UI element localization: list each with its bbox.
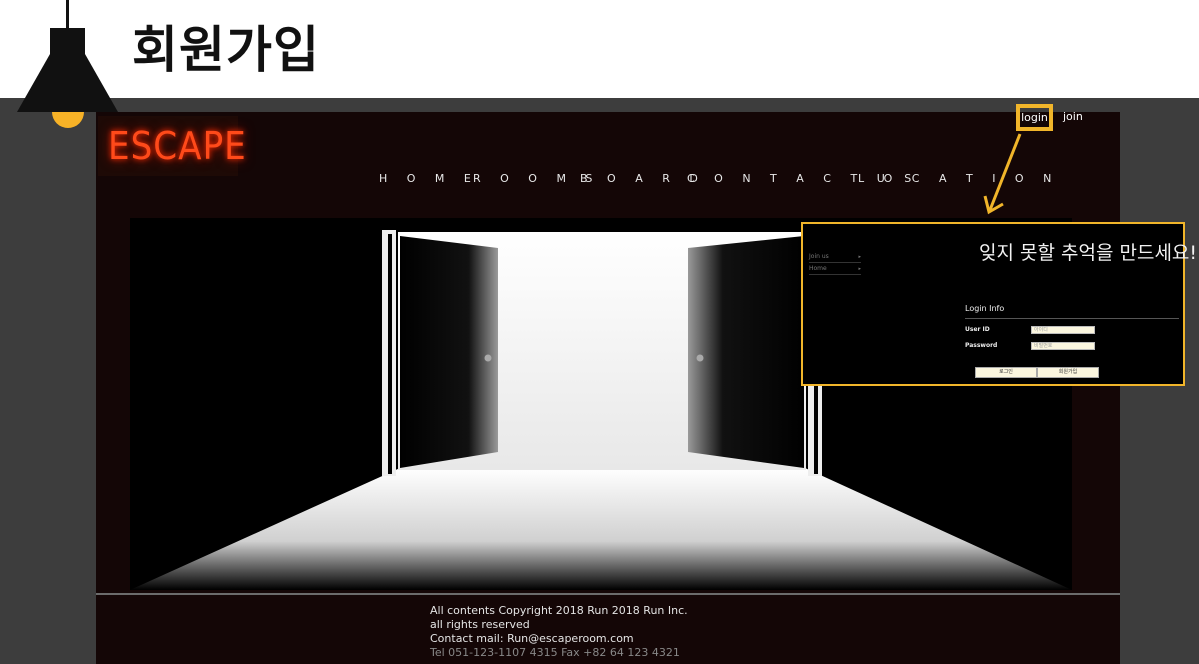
nav-home[interactable]: H O M E <box>379 172 479 188</box>
footer: All contents Copyright 2018 Run 2018 Run… <box>430 604 688 660</box>
panel-menu-home[interactable]: Home ▸ <box>809 264 861 275</box>
login-link[interactable]: login <box>1016 104 1053 131</box>
nav-location[interactable]: L O C A T I O N <box>858 172 1059 188</box>
login-info-heading: Login Info <box>965 304 1005 313</box>
footer-contact: Contact mail: Run@escaperoom.com <box>430 632 634 645</box>
panel-menu-label: Home <box>809 265 827 272</box>
user-id-input[interactable]: 아이디 <box>1031 326 1095 334</box>
chevron-right-icon: ▸ <box>858 266 861 272</box>
slide-title: 회원가입 <box>132 21 320 79</box>
footer-divider <box>96 593 1120 595</box>
footer-rights: all rights reserved <box>430 618 530 631</box>
panel-headline: 잊지 못할 추억을 만드세요! <box>979 242 1198 264</box>
footer-copyright: All contents Copyright 2018 Run 2018 Run… <box>430 604 688 617</box>
chevron-right-icon: ▸ <box>858 254 861 260</box>
login-button[interactable]: 로그인 <box>975 367 1037 378</box>
user-id-label: User ID <box>965 326 990 333</box>
panel-menu-join-us[interactable]: Join us ▸ <box>809 252 861 263</box>
password-input[interactable]: 비밀번호 <box>1031 342 1095 350</box>
password-label: Password <box>965 342 998 349</box>
panel-menu-label: Join us <box>809 253 829 260</box>
signup-button[interactable]: 회원가입 <box>1037 367 1099 378</box>
divider <box>965 318 1179 319</box>
join-link[interactable]: join <box>1063 110 1083 123</box>
site-logo[interactable]: ESCAPE <box>98 116 246 176</box>
login-panel: Join us ▸ Home ▸ 잊지 못할 추억을 만드세요! Login I… <box>801 222 1197 386</box>
footer-tel: Tel 051-123-1107 4315 Fax +82 64 123 432… <box>430 646 680 659</box>
